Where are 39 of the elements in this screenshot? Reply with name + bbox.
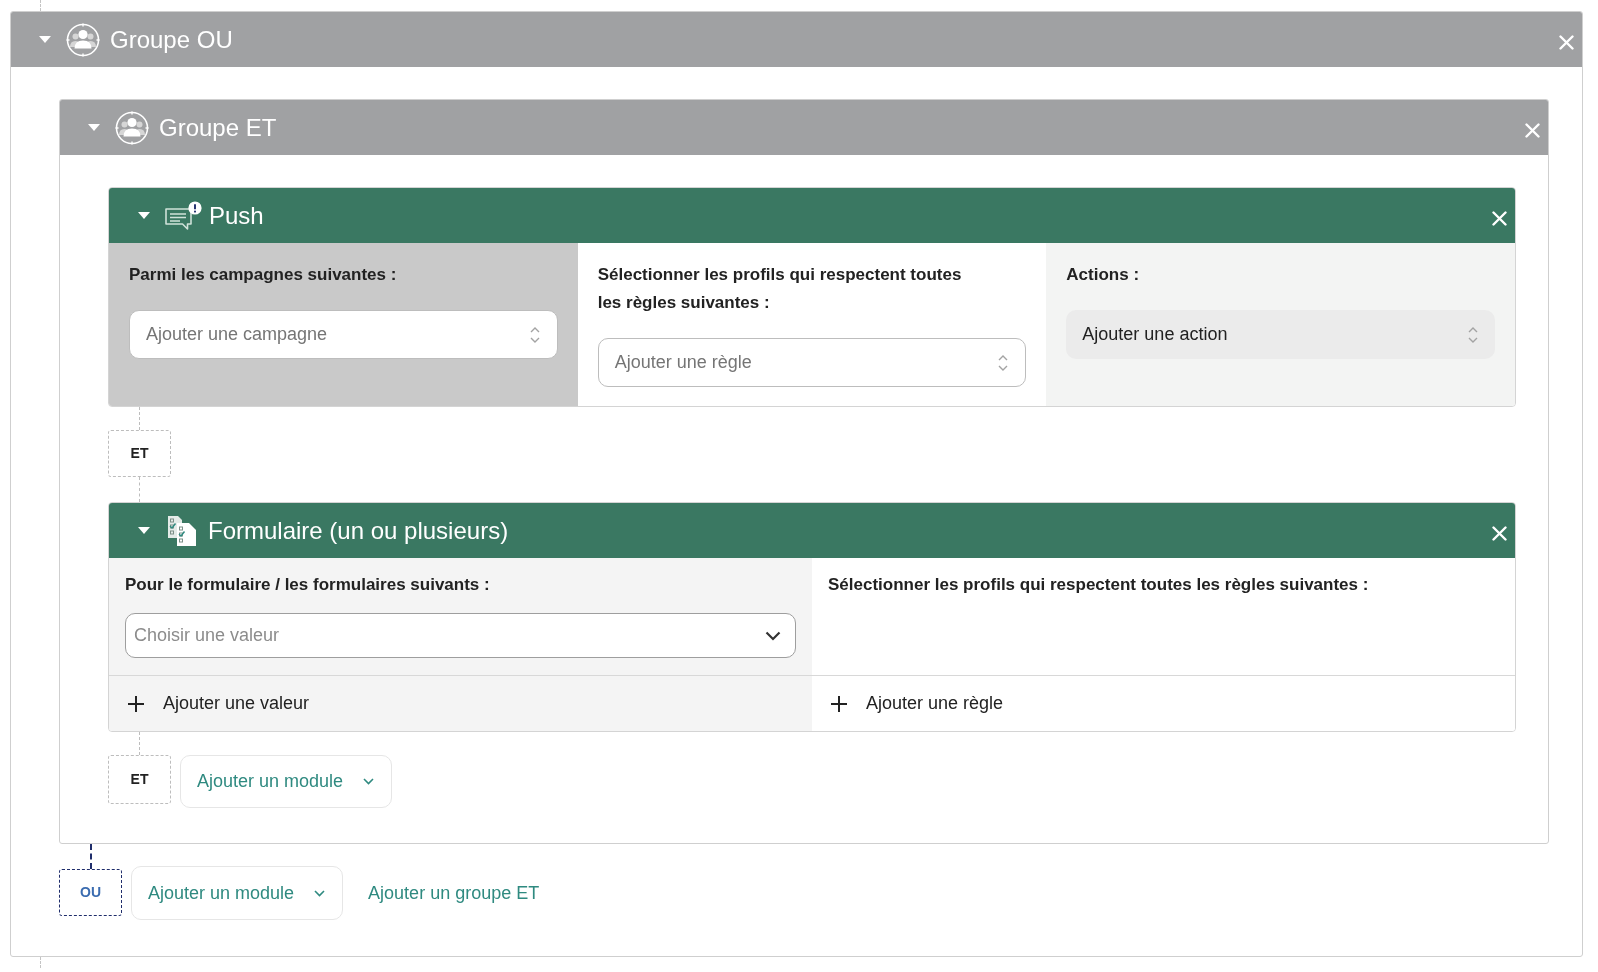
- select-field[interactable]: Ajouter une règle: [597, 338, 1027, 387]
- caret-icon[interactable]: [88, 124, 100, 131]
- select-field[interactable]: Choisir une valeur: [125, 613, 796, 658]
- select-field[interactable]: Ajouter une action: [1066, 310, 1495, 359]
- caret-icon[interactable]: [39, 36, 51, 43]
- field-label: Sélectionner les profils qui respectent toutes les règles suivantes :: [597, 264, 963, 314]
- checklist-documents-icon: [167, 514, 197, 547]
- module-title: Formulaire (un ou plusieurs): [208, 518, 509, 543]
- plus-icon: [830, 694, 848, 713]
- add-item-button[interactable]: Ajouter une règle: [830, 690, 1004, 717]
- field-label: Sélectionner les profils qui respectent toutes les règles suivantes :: [828, 574, 1370, 596]
- field-label: Pour le formulaire / les formulaires suivants :: [125, 574, 491, 596]
- stepper-icon: [529, 325, 540, 344]
- stepper-icon: [1468, 325, 1478, 344]
- people-icon: [115, 110, 149, 145]
- operator-label: ET: [108, 430, 171, 477]
- people-icon: [66, 22, 100, 57]
- stepper-icon: [998, 353, 1009, 372]
- add-item-button[interactable]: Ajouter une valeur: [127, 690, 310, 717]
- chevron-down-icon: [314, 889, 326, 897]
- module-title: Push: [209, 203, 264, 228]
- chevron-down-icon: [363, 778, 375, 785]
- close-icon[interactable]: [1492, 211, 1507, 226]
- operator-label: OU: [59, 869, 122, 916]
- operator-label: ET: [108, 755, 171, 804]
- close-icon[interactable]: [1559, 35, 1574, 50]
- chevron-down-icon: [765, 630, 781, 641]
- plus-icon: [127, 694, 145, 713]
- add-module-button[interactable]: Ajouter un module: [180, 755, 393, 808]
- group-title: Groupe ET: [159, 115, 277, 140]
- caret-icon[interactable]: [138, 527, 150, 534]
- add-module-button[interactable]: Ajouter un module: [131, 866, 344, 920]
- close-icon[interactable]: [1525, 123, 1540, 138]
- chat-bubble-alert-icon: [165, 200, 202, 231]
- caret-icon[interactable]: [138, 212, 150, 219]
- group-title: Groupe OU: [110, 27, 233, 52]
- field-label: Actions :: [1066, 264, 1141, 286]
- add-group-link[interactable]: Ajouter un groupe ET: [368, 866, 540, 920]
- close-icon[interactable]: [1492, 526, 1507, 541]
